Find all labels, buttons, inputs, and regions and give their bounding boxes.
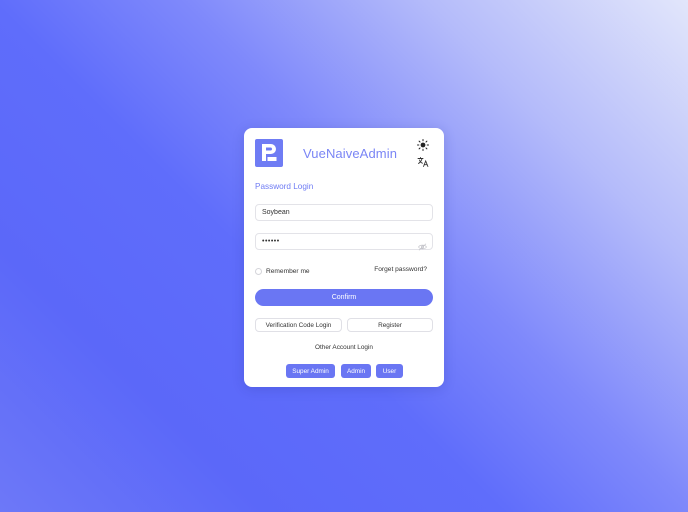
username-input[interactable] (262, 207, 412, 218)
verification-code-login-button[interactable]: Verification Code Login (255, 318, 342, 332)
remember-me-checkbox[interactable]: Remember me (255, 266, 310, 276)
register-button[interactable]: Register (347, 318, 433, 332)
super-admin-button[interactable]: Super Admin (286, 364, 335, 378)
remember-me-label: Remember me (266, 267, 310, 275)
brand-logo-icon (255, 139, 283, 167)
other-account-login-title: Other Account Login (315, 344, 373, 351)
admin-button[interactable]: Admin (341, 364, 371, 378)
login-card: VueNaiveAdmin Password Login Soybean Rem… (244, 128, 444, 387)
forget-password-link[interactable]: Forget password? (374, 266, 427, 273)
sun-icon[interactable] (416, 138, 430, 152)
confirm-button[interactable]: Confirm (255, 289, 433, 306)
translate-icon[interactable] (416, 155, 430, 167)
username-field[interactable] (255, 204, 433, 221)
eye-icon[interactable] (418, 238, 427, 251)
user-button[interactable]: User (376, 364, 403, 378)
password-input[interactable] (262, 236, 412, 247)
section-title: Password Login (255, 182, 314, 191)
app-title: VueNaiveAdmin (303, 146, 398, 161)
password-field[interactable] (255, 233, 433, 251)
checkbox-circle[interactable] (255, 267, 262, 275)
